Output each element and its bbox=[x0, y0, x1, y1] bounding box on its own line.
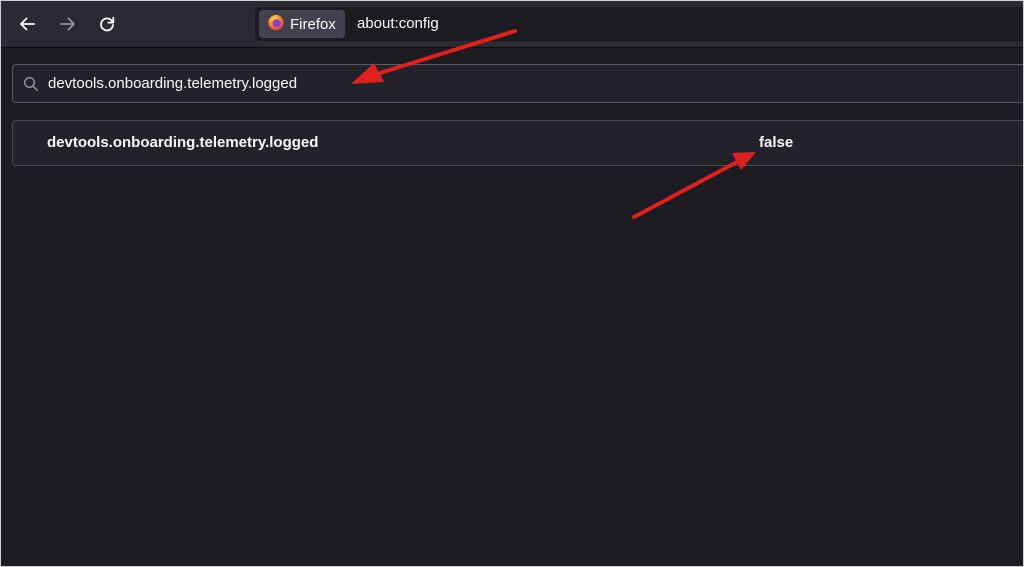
firefox-logo-icon bbox=[267, 13, 285, 36]
preferences-table: devtools.onboarding.telemetry.logged fal… bbox=[12, 120, 1023, 166]
preference-name: devtools.onboarding.telemetry.logged bbox=[47, 134, 319, 151]
preference-search[interactable] bbox=[12, 64, 1023, 103]
arrow-right-icon bbox=[59, 15, 77, 33]
browser-window: Firefox about:config devtools.onboarding… bbox=[0, 0, 1024, 567]
reload-button[interactable] bbox=[93, 10, 121, 38]
forward-button[interactable] bbox=[54, 10, 82, 38]
identity-box[interactable]: Firefox bbox=[259, 10, 345, 38]
reload-icon bbox=[98, 15, 116, 33]
url-bar[interactable]: Firefox about:config bbox=[255, 7, 1023, 41]
preference-row[interactable]: devtools.onboarding.telemetry.logged fal… bbox=[13, 121, 1023, 165]
back-button[interactable] bbox=[13, 10, 41, 38]
arrow-left-icon bbox=[18, 15, 36, 33]
search-input[interactable] bbox=[48, 65, 948, 102]
identity-label: Firefox bbox=[290, 15, 336, 33]
search-icon bbox=[23, 76, 39, 92]
preference-value[interactable]: false bbox=[759, 121, 793, 165]
navigation-toolbar: Firefox about:config bbox=[1, 1, 1023, 48]
url-text[interactable]: about:config bbox=[357, 7, 439, 41]
